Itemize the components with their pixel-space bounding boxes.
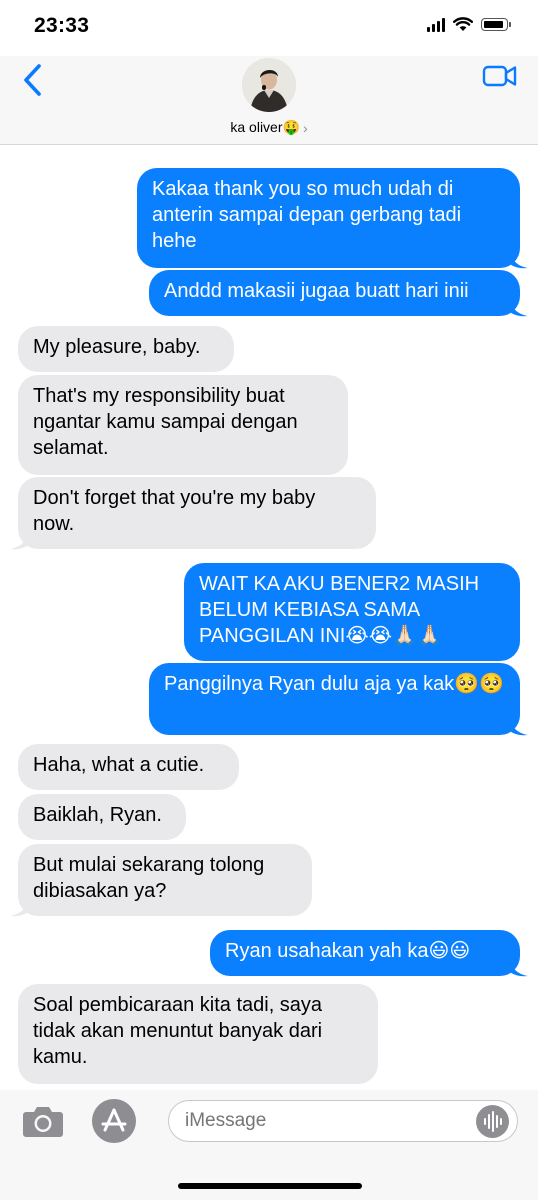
received-message-bubble[interactable]: Baiklah, Ryan. (18, 794, 186, 840)
message-thread[interactable]: Kakaa thank you so much udah di anterin … (0, 144, 538, 1090)
status-bar: 23:33 (0, 0, 538, 56)
received-message-bubble[interactable]: Haha, what a cutie. (18, 744, 239, 790)
status-icons (427, 17, 511, 32)
bubble-tail (508, 299, 528, 317)
imessage-input[interactable] (168, 1100, 518, 1142)
bubble-tail (508, 959, 528, 977)
contact-avatar (242, 58, 296, 112)
contact-name: ka oliver🤑 (230, 119, 300, 135)
sent-message-bubble[interactable]: Kakaa thank you so much udah di anterin … (137, 168, 520, 268)
received-message-bubble[interactable]: That's my responsibility buat ngantar ka… (18, 375, 348, 475)
conversation-header: ka oliver🤑 › (0, 56, 538, 145)
camera-button[interactable] (22, 1104, 64, 1138)
sent-message-bubble[interactable]: Anddd makasii jugaa buatt hari inii (149, 270, 520, 316)
battery-level-fill (484, 21, 503, 28)
app-store-icon (101, 1108, 127, 1132)
bubble-tail (10, 532, 30, 550)
received-message-bubble[interactable]: But mulai sekarang tolong dibiasakan ya? (18, 844, 312, 916)
wifi-icon (453, 17, 473, 31)
received-message-bubble[interactable]: Don't forget that you're my baby now. (18, 477, 376, 549)
chevron-right-icon: › (302, 119, 308, 136)
facetime-video-button[interactable] (482, 60, 518, 92)
voice-message-button[interactable] (476, 1105, 509, 1138)
audio-waveform-icon (484, 1111, 502, 1132)
home-indicator (178, 1183, 362, 1189)
contact-name-row: ka oliver🤑 › (230, 119, 307, 136)
bubble-tail (10, 899, 30, 917)
sent-message-bubble[interactable]: Panggilnya Ryan dulu aja ya kak🥺🥺 (149, 663, 520, 735)
compose-bar (0, 1090, 538, 1200)
bubble-tail (508, 718, 528, 736)
video-camera-icon (482, 65, 517, 87)
battery-icon (481, 18, 511, 31)
sent-message-bubble[interactable]: Ryan usahakan yah ka😃😃 (210, 930, 520, 976)
cellular-signal-icon (427, 17, 445, 32)
camera-icon (23, 1107, 63, 1137)
status-time: 23:33 (34, 14, 90, 37)
contact-info-button[interactable]: ka oliver🤑 › (0, 56, 538, 137)
bubble-tail (508, 251, 528, 269)
app-store-button[interactable] (92, 1099, 136, 1143)
received-message-bubble[interactable]: Soal pembicaraan kita tadi, saya tidak a… (18, 984, 378, 1084)
received-message-bubble[interactable]: My pleasure, baby. (18, 326, 234, 372)
sent-message-bubble[interactable]: WAIT KA AKU BENER2 MASIH BELUM KEBIASA S… (184, 563, 520, 661)
